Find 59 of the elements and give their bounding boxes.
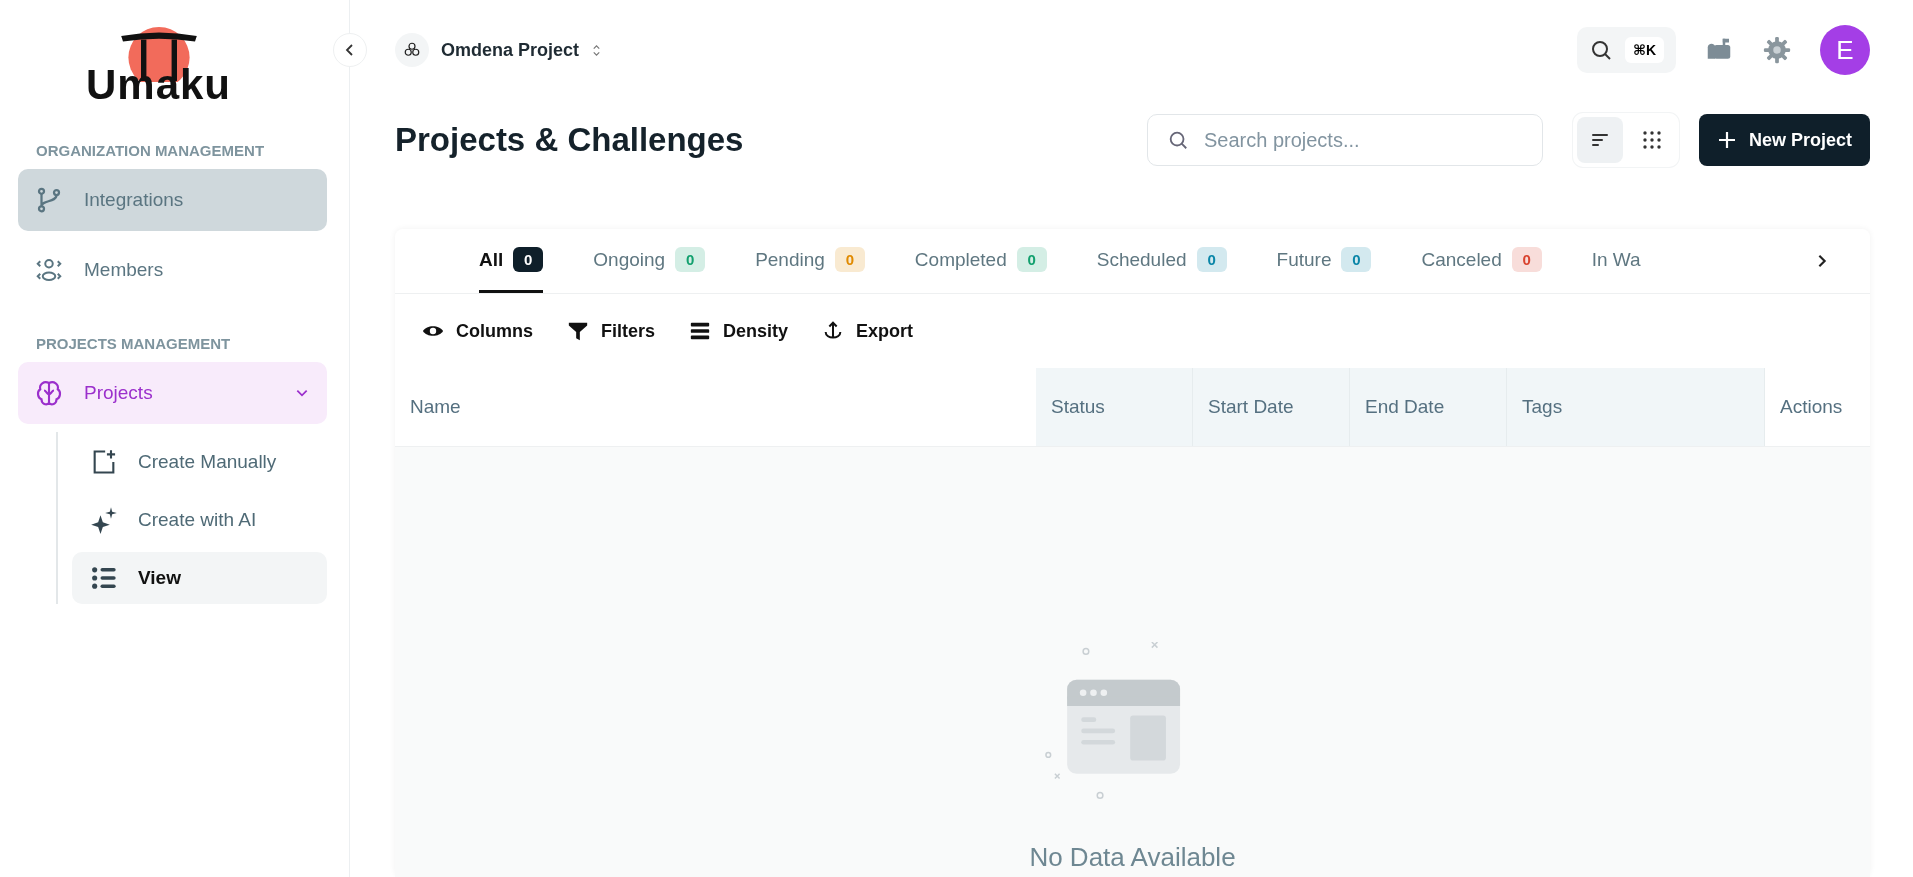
nav-subitem[interactable]: Create with AI xyxy=(72,494,327,546)
column-header[interactable]: End Date xyxy=(1350,368,1507,446)
status-tab[interactable]: Ongoing 0 xyxy=(593,229,706,293)
command-search-button[interactable]: ⌘K xyxy=(1576,27,1676,73)
column-header[interactable]: Status xyxy=(1036,368,1193,446)
section-heading: PROJECTS MANAGEMENT xyxy=(35,335,232,352)
density-icon xyxy=(689,320,712,342)
count-badge: 0 xyxy=(1196,247,1227,272)
nav-subitem[interactable]: Create Manually xyxy=(72,436,327,488)
sparkle-icon xyxy=(90,506,118,534)
plus-icon xyxy=(1716,130,1737,150)
count-badge: 0 xyxy=(834,247,865,272)
toolbar-button[interactable]: Density xyxy=(689,320,789,342)
status-tab[interactable]: All 0 xyxy=(479,229,544,293)
nav-label: Create with AI xyxy=(138,509,258,531)
status-tab[interactable]: In Wa xyxy=(1591,229,1641,293)
collapse-button[interactable] xyxy=(333,33,367,67)
column-header[interactable]: Name xyxy=(395,368,1036,446)
nav-item[interactable]: Integrations xyxy=(18,169,327,231)
cluster-icon xyxy=(403,41,421,59)
status-tab[interactable]: Canceled 0 xyxy=(1421,229,1542,293)
toolbar-button[interactable]: Columns xyxy=(422,320,533,342)
filter-icon xyxy=(567,320,589,342)
count-badge: 0 xyxy=(513,247,544,272)
nav-label: Members xyxy=(84,259,165,281)
column-header[interactable]: Tags xyxy=(1507,368,1765,446)
count-badge: 0 xyxy=(1341,247,1372,272)
count-badge: 0 xyxy=(1511,247,1542,272)
grid-icon xyxy=(1641,130,1662,150)
brain-icon xyxy=(34,378,64,408)
section-heading: ORGANIZATION MANAGEMENT xyxy=(35,142,266,159)
column-header[interactable]: Actions xyxy=(1765,368,1870,446)
status-tab[interactable]: Completed 0 xyxy=(914,229,1047,293)
page-title: Projects & Challenges xyxy=(395,121,745,159)
empty-message: No Data Available xyxy=(1029,842,1236,873)
column-header[interactable]: Start Date xyxy=(1193,368,1350,446)
toolbar-button[interactable]: Export xyxy=(822,320,914,342)
search-field[interactable]: Search projects... xyxy=(1146,114,1543,166)
settings-icon[interactable] xyxy=(1762,35,1792,65)
list-icon xyxy=(90,564,118,592)
nav-item[interactable]: Members xyxy=(18,239,327,301)
nav-label: View xyxy=(138,567,182,589)
new-project-button[interactable]: New Project xyxy=(1698,114,1870,166)
logo: Umaku xyxy=(86,26,231,108)
project-switcher[interactable]: Omdena Project xyxy=(395,33,603,67)
nav-label: Create Manually xyxy=(138,451,278,473)
avatar[interactable]: E xyxy=(1820,25,1870,75)
nav-label: Integrations xyxy=(84,189,185,211)
count-badge: 0 xyxy=(675,247,706,272)
nav-subitem[interactable]: View xyxy=(72,552,327,604)
shortcut-key: ⌘K xyxy=(1624,37,1664,63)
list-view-button[interactable] xyxy=(1576,117,1623,163)
status-tab[interactable]: Scheduled 0 xyxy=(1096,229,1227,293)
nav-item[interactable]: Projects xyxy=(18,362,327,424)
status-tab[interactable]: Pending 0 xyxy=(755,229,865,293)
status-tab[interactable]: Future 0 xyxy=(1276,229,1372,293)
nav-label: Projects xyxy=(84,382,154,404)
count-badge: 0 xyxy=(1016,247,1047,272)
toolbar-button[interactable]: Filters xyxy=(567,320,656,342)
